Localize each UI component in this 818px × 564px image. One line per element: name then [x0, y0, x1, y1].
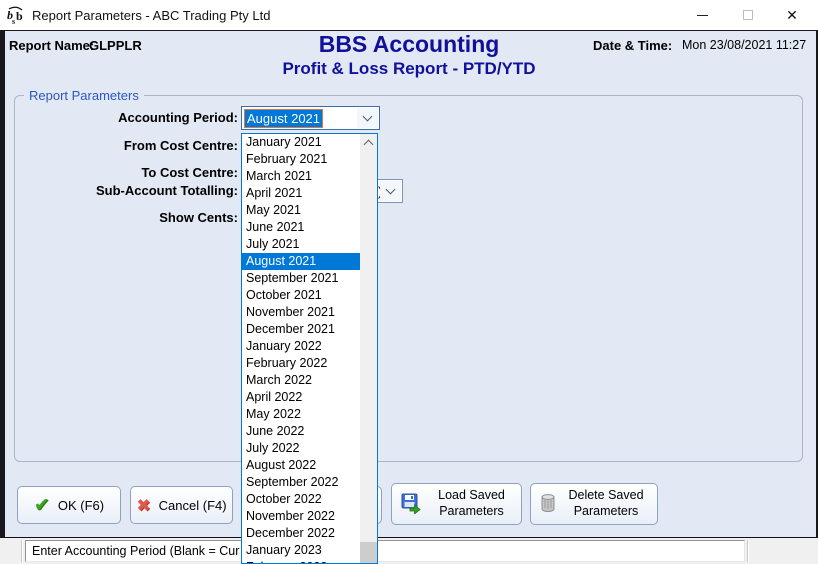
maximize-icon: [743, 10, 753, 20]
sub-account-dropdown-button[interactable]: [380, 181, 401, 201]
svg-text:b: b: [16, 9, 23, 23]
dropdown-items: January 2021February 2021March 2021April…: [242, 134, 377, 564]
dropdown-scrollbar[interactable]: [360, 134, 377, 563]
load-saved-parameters-label: Load Saved Parameters: [430, 488, 514, 519]
close-button[interactable]: ✕: [772, 0, 812, 30]
load-saved-parameters-button[interactable]: Load Saved Parameters: [391, 483, 522, 525]
delete-saved-parameters-button[interactable]: Delete Saved Parameters: [530, 483, 658, 525]
dropdown-option[interactable]: December 2022: [242, 525, 360, 542]
status-message: Enter Accounting Period (Blank = Cur: [25, 540, 745, 562]
cancel-button[interactable]: ✖ Cancel (F4): [130, 486, 233, 524]
minimize-icon: [697, 15, 708, 16]
scroll-up-button[interactable]: [360, 134, 377, 151]
desktop-edge-left: [0, 31, 5, 537]
trash-bin-icon: [540, 493, 556, 516]
chevron-down-icon: [363, 112, 373, 122]
minimize-button[interactable]: [682, 0, 722, 30]
check-icon: ✔: [34, 496, 50, 515]
accounting-period-combobox[interactable]: August 2021: [241, 106, 380, 130]
show-cents-label: Show Cents:: [20, 210, 238, 225]
accounting-period-label: Accounting Period:: [20, 110, 238, 125]
dropdown-option[interactable]: February 2021: [242, 151, 360, 168]
dropdown-option[interactable]: March 2022: [242, 372, 360, 389]
dropdown-option[interactable]: July 2022: [242, 440, 360, 457]
scrollbar-thumb[interactable]: [360, 542, 377, 563]
to-cost-centre-label: To Cost Centre:: [20, 165, 238, 180]
dropdown-option[interactable]: January 2022: [242, 338, 360, 355]
bbs-app-icon: b s b: [6, 6, 26, 26]
cancel-button-label: Cancel (F4): [159, 498, 227, 513]
dropdown-option[interactable]: January 2021: [242, 134, 360, 151]
dropdown-option[interactable]: March 2021: [242, 168, 360, 185]
from-cost-centre-label: From Cost Centre:: [20, 138, 238, 153]
report-title: Profit & Loss Report - PTD/YTD: [0, 59, 818, 79]
window-title: Report Parameters - ABC Trading Pty Ltd: [32, 8, 270, 23]
status-separator: [747, 540, 749, 562]
dropdown-option[interactable]: June 2022: [242, 423, 360, 440]
dropdown-option[interactable]: October 2022: [242, 491, 360, 508]
dropdown-option[interactable]: September 2022: [242, 474, 360, 491]
delete-saved-parameters-label: Delete Saved Parameters: [564, 488, 648, 519]
dropdown-option[interactable]: May 2022: [242, 406, 360, 423]
accounting-period-selected-text: August 2021: [245, 110, 322, 127]
accounting-period-dropdown-button[interactable]: [357, 108, 378, 128]
dropdown-option[interactable]: October 2021: [242, 287, 360, 304]
dropdown-option[interactable]: August 2022: [242, 457, 360, 474]
status-separator: [21, 540, 23, 562]
dropdown-option[interactable]: April 2022: [242, 389, 360, 406]
datetime-label: Date & Time:: [593, 38, 672, 53]
accounting-period-listbox[interactable]: January 2021February 2021March 2021April…: [241, 133, 378, 564]
groupbox-label: Report Parameters: [24, 88, 144, 103]
maximize-button: [728, 0, 768, 30]
datetime-value: Mon 23/08/2021 11:27: [682, 38, 806, 52]
dropdown-option[interactable]: November 2021: [242, 304, 360, 321]
x-icon: ✖: [136, 497, 150, 514]
dropdown-option[interactable]: September 2021: [242, 270, 360, 287]
sub-account-totalling-label: Sub-Account Totalling:: [20, 183, 238, 198]
svg-text:s: s: [12, 17, 15, 26]
dropdown-option[interactable]: August 2021: [242, 253, 360, 270]
dropdown-option[interactable]: November 2022: [242, 508, 360, 525]
ok-button-label: OK (F6): [58, 498, 104, 513]
chevron-up-icon: [364, 140, 374, 150]
chevron-down-icon: [386, 185, 396, 195]
dropdown-option[interactable]: July 2021: [242, 236, 360, 253]
dropdown-option[interactable]: January 2023: [242, 542, 360, 559]
dropdown-option[interactable]: December 2021: [242, 321, 360, 338]
dropdown-option[interactable]: April 2021: [242, 185, 360, 202]
dropdown-option[interactable]: June 2021: [242, 219, 360, 236]
dropdown-option[interactable]: February 2022: [242, 355, 360, 372]
floppy-disk-icon: [400, 492, 422, 517]
dropdown-option[interactable]: February 2023: [242, 559, 360, 564]
ok-button[interactable]: ✔ OK (F6): [17, 486, 121, 524]
close-icon: ✕: [786, 8, 798, 22]
dropdown-option[interactable]: May 2021: [242, 202, 360, 219]
